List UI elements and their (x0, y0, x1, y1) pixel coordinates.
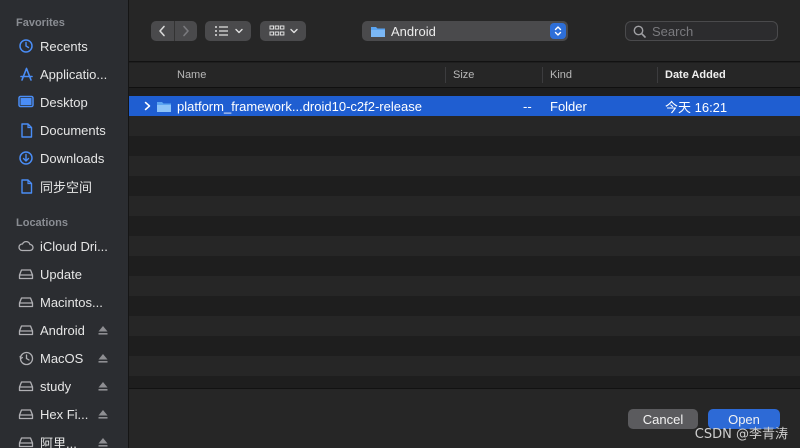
desktop-icon (18, 94, 34, 110)
document-icon (18, 122, 34, 138)
column-separator[interactable] (445, 67, 446, 83)
path-popup-button[interactable]: Android (362, 21, 568, 41)
sidebar-item-label: Applicatio... (40, 66, 108, 82)
sidebar-item-applications[interactable]: Applicatio... (0, 60, 129, 88)
sidebar-item-desktop[interactable]: Desktop (0, 88, 129, 116)
list-view-button[interactable] (205, 21, 251, 41)
sidebar-item-downloads[interactable]: Downloads (0, 144, 129, 172)
sidebar-item-study[interactable]: study (0, 372, 129, 400)
sidebar-item-label: study (40, 378, 72, 394)
list-stripe (129, 356, 800, 376)
list-stripe (129, 196, 800, 216)
list-stripe (129, 156, 800, 176)
sidebar-item-label: Hex Fi... (40, 406, 89, 422)
chevron-down-icon (234, 28, 243, 34)
sidebar-item-macintosh-hd[interactable]: Macintos... (0, 288, 129, 316)
sidebar-item-label: Update (40, 266, 82, 282)
eject-icon[interactable] (97, 407, 109, 421)
column-separator[interactable] (657, 67, 658, 83)
clock-icon (18, 38, 34, 54)
chevron-right-icon (182, 25, 189, 37)
eject-icon[interactable] (97, 323, 109, 337)
sidebar-item-android[interactable]: Android (0, 316, 129, 344)
table-row[interactable]: platform_framework...droid10-c2f2-releas… (129, 96, 800, 116)
file-size: -- (523, 98, 532, 114)
file-kind: Folder (550, 98, 587, 114)
list-view-icon (214, 26, 228, 36)
disclosure-triangle-icon[interactable] (144, 96, 151, 116)
sidebar-item-update[interactable]: Update (0, 260, 129, 288)
sidebar-item-macos[interactable]: MacOS (0, 344, 129, 372)
sidebar-item-label: Documents (40, 122, 106, 138)
watermark: CSDN @李青涛 (694, 427, 788, 442)
column-separator[interactable] (542, 67, 543, 83)
sidebar-item-label: Macintos... (40, 294, 103, 310)
drive-icon (18, 406, 34, 422)
sidebar-section-favorites: Favorites (16, 17, 65, 29)
list-stripe (129, 316, 800, 336)
grid-view-icon (269, 25, 284, 36)
forward-button[interactable] (173, 21, 198, 41)
sidebar-item-sync-space[interactable]: 同步空间 (0, 172, 129, 200)
cancel-button[interactable]: Cancel (628, 409, 698, 429)
updown-chevron-icon (550, 23, 566, 39)
sidebar-item-recents[interactable]: Recents (0, 32, 129, 60)
sidebar-item-documents[interactable]: Documents (0, 116, 129, 144)
folder-icon (370, 25, 386, 38)
back-button[interactable] (151, 21, 174, 41)
cloud-icon (18, 238, 34, 254)
chevron-left-icon (159, 25, 166, 37)
drive-icon (18, 378, 34, 394)
sidebar: Favorites Recents Applicatio... Desktop … (0, 0, 129, 448)
eject-icon[interactable] (97, 351, 109, 365)
file-date-added: 今天 16:21 (665, 99, 728, 115)
folder-icon (156, 96, 172, 116)
file-list[interactable]: platform_framework...droid10-c2f2-releas… (129, 88, 800, 388)
list-stripe (129, 116, 800, 136)
sidebar-item-label: Downloads (40, 150, 105, 166)
sidebar-item-aliyun[interactable]: 阿里... (0, 428, 129, 448)
sidebar-item-label: 同步空间 (40, 179, 93, 195)
eject-icon[interactable] (97, 379, 109, 393)
sidebar-item-hex-fiend[interactable]: Hex Fi... (0, 400, 129, 428)
sidebar-section-locations: Locations (16, 217, 68, 229)
search-field[interactable] (625, 21, 778, 41)
column-date-added[interactable]: Date Added (665, 63, 726, 87)
drive-icon (18, 322, 34, 338)
sidebar-item-icloud-drive[interactable]: iCloud Dri... (0, 232, 129, 260)
drive-icon (18, 434, 34, 448)
list-stripe (129, 236, 800, 256)
navigation-buttons (151, 21, 197, 41)
search-input[interactable] (652, 23, 772, 39)
column-name[interactable]: Name (177, 63, 206, 87)
sidebar-item-label: Android (40, 322, 85, 338)
sidebar-item-label: iCloud Dri... (40, 238, 108, 254)
grid-view-button[interactable] (260, 21, 306, 41)
sidebar-item-label: Desktop (40, 94, 88, 110)
chevron-down-icon (289, 28, 298, 34)
list-stripe (129, 276, 800, 296)
applications-icon (18, 66, 34, 82)
file-open-dialog: Favorites Recents Applicatio... Desktop … (0, 0, 800, 448)
column-kind[interactable]: Kind (550, 63, 572, 87)
drive-icon (18, 294, 34, 310)
timemachine-icon (18, 350, 34, 366)
column-size[interactable]: Size (453, 63, 474, 87)
drive-icon (18, 266, 34, 282)
eject-icon[interactable] (97, 435, 109, 448)
path-popup-label: Android (391, 23, 436, 39)
file-name: platform_framework...droid10-c2f2-releas… (177, 98, 422, 114)
column-header: Name Size Kind Date Added (129, 63, 800, 88)
sidebar-item-label: 阿里... (40, 435, 77, 448)
toolbar: Android (129, 0, 800, 62)
download-icon (18, 150, 34, 166)
search-icon (633, 25, 646, 38)
sidebar-item-label: Recents (40, 38, 88, 54)
document-icon (18, 178, 34, 194)
sidebar-item-label: MacOS (40, 350, 84, 366)
